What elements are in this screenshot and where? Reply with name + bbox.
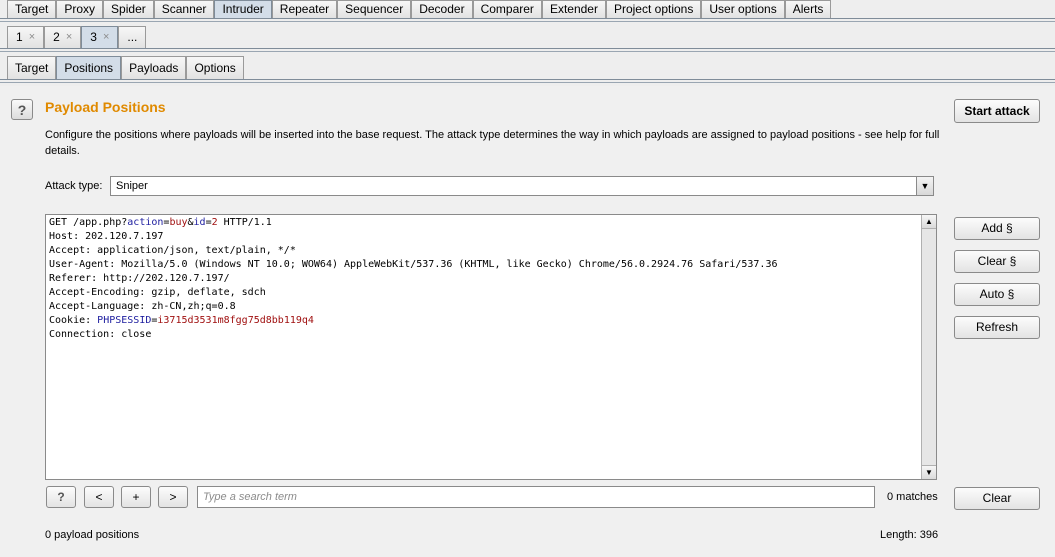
clear-section-button[interactable]: Clear § [954, 250, 1040, 273]
search-match-count: 0 matches [887, 491, 938, 503]
request-length: Length: 396 [880, 529, 939, 541]
scroll-down-icon[interactable]: ▼ [922, 465, 936, 479]
intruder-attack-tabs: 1 × 2 × 3 ×... [7, 26, 147, 48]
param-name: action [127, 217, 164, 228]
tab-comparer[interactable]: Comparer [472, 0, 542, 18]
request-editor[interactable]: GET /app.php?action=buy&id=2 HTTP/1.1 Hos… [45, 214, 937, 480]
request-line: GET /app.php?action=buy&id=2 HTTP/1.1 [49, 216, 777, 230]
request-text-segment: GET /app.php? [49, 217, 128, 228]
tab-repeater[interactable]: Repeater [271, 0, 338, 18]
payload-position-count: 0 payload positions [45, 529, 140, 541]
param-value: buy [169, 217, 188, 228]
page-title: Payload Positions [45, 99, 166, 115]
help-button[interactable]: ? [11, 99, 33, 120]
attack-tab-label: 3 [90, 30, 97, 44]
close-icon[interactable]: × [29, 27, 35, 48]
request-text-segment: Connection: close [49, 329, 152, 340]
request-line: Connection: close [49, 328, 777, 342]
search-input[interactable]: Type a search term [197, 486, 875, 508]
scroll-up-icon[interactable]: ▲ [922, 215, 936, 229]
tab-spider[interactable]: Spider [103, 0, 154, 18]
attack-type-select[interactable]: Sniper ▼ [110, 176, 934, 196]
tab-extender[interactable]: Extender [541, 0, 606, 18]
request-text-segment: Accept: application/json, text/plain, */… [49, 245, 296, 256]
tab-intruder[interactable]: Intruder [214, 0, 272, 18]
tab-separator [0, 51, 1055, 52]
close-icon[interactable]: × [103, 27, 109, 48]
request-text-segment: HTTP/1.1 [217, 217, 272, 228]
tab-proxy[interactable]: Proxy [56, 0, 104, 18]
attack-tab-1[interactable]: 1 × [7, 26, 45, 48]
request-text-segment: User-Agent: Mozilla/5.0 (Windows NT 10.0… [49, 259, 778, 270]
request-text-segment: Accept-Encoding: gzip, deflate, sdch [49, 287, 266, 298]
attack-tab-2[interactable]: 2 × [44, 26, 82, 48]
tab-target[interactable]: Target [7, 0, 57, 18]
intruder-sub-tabs: Target Positions Payloads Options [7, 56, 244, 79]
request-text-segment: Host: 202.120.7.197 [49, 231, 164, 242]
add-section-button[interactable]: Add § [954, 217, 1040, 240]
close-icon[interactable]: × [66, 27, 72, 48]
search-help-button[interactable]: ? [46, 486, 76, 508]
new-attack-tab-button[interactable]: ... [118, 26, 147, 48]
param-name: PHPSESSID [97, 315, 152, 326]
search-options-button[interactable]: + [121, 486, 151, 508]
search-next-button[interactable]: > [158, 486, 188, 508]
tab-user-options[interactable]: User options [701, 0, 785, 18]
tab-alerts[interactable]: Alerts [784, 0, 832, 18]
attack-tab-3[interactable]: 3 × [81, 26, 119, 48]
attack-type-value: Sniper [116, 180, 148, 192]
attack-tab-label: 2 [53, 30, 60, 44]
attack-tab-label: 1 [16, 30, 23, 44]
chevron-down-icon[interactable]: ▼ [916, 177, 933, 195]
request-text-segment: Accept-Language: zh-CN,zh;q=0.8 [49, 301, 236, 312]
request-line: Accept: application/json, text/plain, */… [49, 244, 777, 258]
tab-separator [0, 79, 1055, 80]
request-line: User-Agent: Mozilla/5.0 (Windows NT 10.0… [49, 258, 777, 272]
scrollbar[interactable]: ▲ ▼ [921, 215, 936, 479]
main-tab-bar: Target Proxy Spider Scanner Intruder Repeater… [7, 0, 832, 18]
subtab-positions[interactable]: Positions [56, 56, 122, 79]
panel-description: Configure the positions where payloads w… [45, 129, 940, 157]
subtab-options[interactable]: Options [186, 56, 244, 79]
tab-separator [0, 48, 1055, 49]
subtab-target[interactable]: Target [7, 56, 57, 79]
param-name: id [193, 217, 206, 228]
refresh-button[interactable]: Refresh [954, 316, 1040, 339]
start-attack-button[interactable]: Start attack [954, 99, 1040, 123]
search-previous-button[interactable]: < [84, 486, 114, 508]
param-value: i3715d3531m8fgg75d8bb119q4 [157, 315, 314, 326]
request-line: Accept-Encoding: gzip, deflate, sdch [49, 286, 777, 300]
subtab-payloads[interactable]: Payloads [121, 56, 187, 79]
request-line: Host: 202.120.7.197 [49, 230, 777, 244]
tab-sequencer[interactable]: Sequencer [337, 0, 412, 18]
request-line: Referer: http://202.120.7.197/ [49, 272, 777, 286]
request-text[interactable]: GET /app.php?action=buy&id=2 HTTP/1.1 Hos… [49, 216, 777, 342]
request-text-segment: Cookie: [49, 315, 98, 326]
request-line: Accept-Language: zh-CN,zh;q=0.8 [49, 300, 777, 314]
request-line: Cookie: PHPSESSID=i3715d3531m8fgg75d8bb1… [49, 314, 777, 328]
tab-scanner[interactable]: Scanner [153, 0, 215, 18]
attack-type-label: Attack type: [45, 180, 103, 192]
tab-separator [0, 82, 1055, 83]
auto-section-button[interactable]: Auto § [954, 283, 1040, 306]
tab-project-options[interactable]: Project options [605, 0, 702, 18]
tab-separator [0, 18, 1055, 19]
request-text-segment: Referer: http://202.120.7.197/ [49, 273, 230, 284]
tab-decoder[interactable]: Decoder [411, 0, 473, 18]
tab-separator [0, 21, 1055, 22]
clear-button[interactable]: Clear [954, 487, 1040, 510]
